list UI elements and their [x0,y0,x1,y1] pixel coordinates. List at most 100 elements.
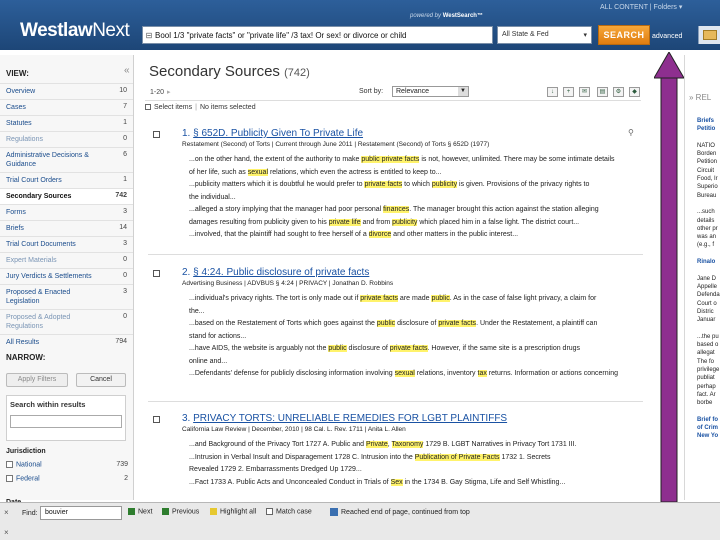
search-term-highlight: private facts [364,181,403,188]
related-document-link[interactable]: Briefs [697,117,720,125]
find-next-button[interactable]: Next [128,508,152,515]
view-item[interactable]: Expert Materials 0 [0,252,133,268]
related-document-link[interactable]: New Yo [697,432,720,440]
view-item[interactable]: Briefs 14 [0,220,133,236]
related-document-text: privilege [697,366,720,373]
top-links[interactable]: ALL CONTENT | Folders ▾ [600,3,682,11]
result-title-link[interactable]: 1. § 652D. Publicity Given To Private Li… [182,128,363,139]
advanced-search-link[interactable]: advanced [652,33,682,40]
search-query-text[interactable]: Bool 1/3 "private facts" or "private lif… [155,31,490,40]
match-case-checkbox[interactable]: Match case [266,508,312,515]
glasses-icon[interactable]: ⚲ [628,128,634,137]
related-document-link[interactable]: Rinalo [697,258,720,266]
folder-icon [703,30,717,40]
result-title[interactable]: § 652D. Publicity Given To Private Life [193,128,363,139]
collapse-sidebar-icon[interactable]: « [124,65,130,76]
apply-filters-button[interactable]: Apply Filters [6,373,68,387]
jurisdiction-select[interactable]: All State & Fed ▾ [497,26,592,44]
cancel-filters-button[interactable]: Cancel [76,373,126,387]
select-items-label[interactable]: Select items [154,104,192,111]
highlight-all-button[interactable]: Highlight all [210,508,256,515]
search-term-highlight: private facts [389,345,428,352]
view-item-label: Briefs [6,225,24,232]
snippet-text: . As in the case of false light privacy,… [449,295,597,302]
result-title-link[interactable]: 3. PRIVACY TORTS: UNRELIABLE REMEDIES FO… [182,413,507,424]
result-checkbox[interactable] [153,416,160,423]
find-input[interactable]: bouvier [40,506,122,520]
highlight-all-label: Highlight all [220,508,257,516]
close-find-bar-icon[interactable]: × [4,508,9,517]
related-document-text: was an [697,234,717,241]
sort-select[interactable]: Relevance ▼ [392,86,469,97]
print-icon[interactable]: ▤ [597,87,608,97]
jurisdiction-value: All State & Fed [502,31,549,38]
view-item-label: Secondary Sources [6,193,72,200]
view-item[interactable]: Secondary Sources 742 [0,188,133,204]
jurisdiction-option-national[interactable]: National 739 [6,461,128,468]
jurisdiction-option-federal[interactable]: Federal 2 [6,475,128,482]
related-document-text: (e.g., f [697,242,715,249]
related-document-text [697,324,720,332]
email-icon[interactable]: ✉ [579,87,590,97]
search-term-highlight: divorce [368,231,392,238]
folder-add-icon[interactable]: + [563,87,574,97]
result-checkbox[interactable] [153,270,160,277]
view-item[interactable]: Statutes 1 [0,115,133,131]
result-snippet-line: damages resulting from publicity given t… [189,218,639,228]
snippet-text: relations, which even the actress is ent… [268,168,442,176]
view-item[interactable]: Trial Court Orders 1 [0,172,133,188]
result-title[interactable]: PRIVACY TORTS: UNRELIABLE REMEDIES FOR L… [193,413,507,424]
result-checkbox[interactable] [153,131,160,138]
view-item-label: Forms [6,209,26,216]
search-input[interactable]: ⊟ Bool 1/3 "private facts" or "private l… [142,26,493,44]
result-snippet-line: ...based on the Restatement of Torts whi… [189,319,639,329]
folders-button[interactable] [698,26,720,44]
view-item[interactable]: Forms 3 [0,204,133,220]
checkbox[interactable] [6,475,13,482]
result-divider [148,254,643,255]
related-document-text: details [697,217,715,224]
result-snippet-line: ...involved, that the plaintiff had soug… [189,230,639,240]
result-title-link[interactable]: 2. § 4:24. Public disclosure of private … [182,267,369,278]
view-item[interactable]: Proposed & Enacted Legislation 3 [0,284,133,309]
related-document-link[interactable]: of Crim [697,424,720,432]
related-document-text: allegat [697,350,715,357]
westlawnext-logo[interactable]: WestlawNext [20,20,130,42]
result-title[interactable]: § 4:24. Public disclosure of private fac… [193,267,369,278]
view-item[interactable]: Overview 10 [0,83,133,99]
view-item[interactable]: Trial Court Documents 3 [0,236,133,252]
result-snippet-line: ...have AIDS, the website is arguably no… [189,344,639,354]
search-term-highlight: public [376,320,396,327]
tag-icon[interactable]: ◆ [629,87,640,97]
view-item[interactable]: All Results 794 [0,334,133,350]
view-item-count: 14 [119,224,127,231]
view-item-label: Statutes [6,120,32,127]
related-heading[interactable]: » REL [689,93,711,102]
view-item[interactable]: Cases 7 [0,99,133,115]
close-icon[interactable]: × [4,528,9,537]
search-within-results-input[interactable] [10,415,122,428]
related-document-text: Court o [697,300,717,307]
next-page-icon[interactable]: ▸ [167,89,171,96]
checkbox[interactable] [266,508,273,515]
search-within-results-label: Search within results [10,400,86,409]
download-icon[interactable]: ↓ [547,87,558,97]
settings-icon[interactable]: ⚙ [613,87,624,97]
pager-range: 1-20 [150,89,165,96]
related-document-link[interactable]: Petitio [697,125,720,133]
view-item[interactable]: Administrative Decisions & Guidance 6 [0,147,133,172]
snippet-text: ...and Background of the Privacy Tort 17… [189,441,366,448]
related-document-link[interactable]: Brief fo [697,416,720,424]
snippet-text: relations, inventory [414,370,478,377]
view-item[interactable]: Jury Verdicts & Settlements 0 [0,268,133,284]
search-options-icon[interactable]: ⊟ [143,31,155,40]
snippet-text: of her life, such as [189,168,248,176]
view-item[interactable]: Regulations 0 [0,131,133,147]
find-previous-button[interactable]: Previous [162,508,199,515]
result-divider [148,401,643,402]
view-item[interactable]: Proposed & Adopted Regulations 0 [0,309,133,334]
result-metadata: California Law Review | December, 2010 |… [182,426,406,433]
select-all-checkbox[interactable] [145,104,151,111]
checkbox[interactable] [6,461,13,468]
search-button[interactable]: SEARCH [598,25,650,45]
